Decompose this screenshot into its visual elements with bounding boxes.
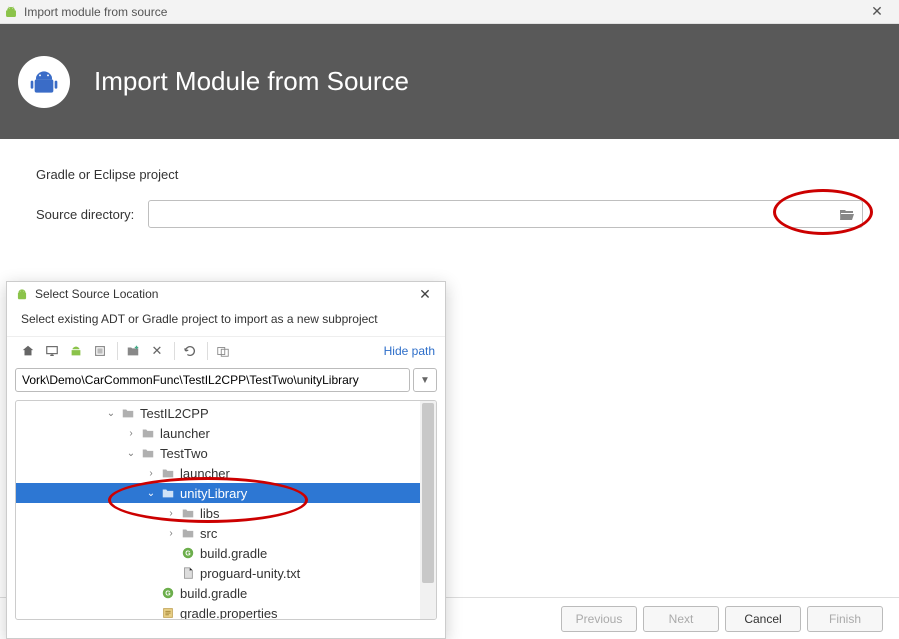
source-input-wrap [148, 200, 863, 228]
tree-item-TestTwo[interactable]: ⌄ TestTwo [16, 443, 436, 463]
source-label: Source directory: [36, 207, 148, 222]
folder-icon [160, 485, 176, 501]
toolbar-separator [207, 342, 208, 360]
android-icon [4, 5, 18, 19]
home-icon[interactable] [17, 340, 39, 362]
close-button[interactable]: ✕ [859, 1, 895, 23]
module-icon[interactable] [89, 340, 111, 362]
tree-item-label: unityLibrary [180, 486, 247, 501]
previous-button[interactable]: Previous [561, 606, 637, 632]
delete-icon[interactable]: ✕ [146, 340, 168, 362]
android-project-icon[interactable] [65, 340, 87, 362]
folder-open-icon [839, 207, 855, 221]
folder-icon [160, 465, 176, 481]
popup-title-bar: Select Source Location ✕ [7, 282, 445, 306]
path-input[interactable] [15, 368, 410, 392]
gradle-icon: G [180, 545, 196, 561]
tree-item-label: build.gradle [180, 586, 247, 601]
tree-item-label: launcher [160, 426, 210, 441]
banner-title: Import Module from Source [94, 66, 409, 97]
chevron-icon[interactable]: ⌄ [124, 448, 138, 459]
path-dropdown-button[interactable]: ▼ [413, 368, 437, 392]
gradle-icon: G [160, 585, 176, 601]
chevron-icon[interactable]: › [144, 468, 158, 479]
svg-text:G: G [185, 551, 191, 558]
scrollbar-thumb[interactable] [422, 403, 434, 583]
file-tree[interactable]: ⌄TestIL2CPP›launcher⌄TestTwo›launcher⌄un… [16, 401, 436, 620]
svg-text:G: G [165, 591, 171, 598]
tree-item-libs[interactable]: › libs [16, 503, 436, 523]
chevron-icon[interactable]: ⌄ [144, 488, 158, 499]
folder-icon [120, 405, 136, 421]
next-button[interactable]: Next [643, 606, 719, 632]
title-bar: Import module from source ✕ [0, 0, 899, 24]
source-row: Source directory: [36, 200, 863, 228]
tree-item-label: launcher [180, 466, 230, 481]
tree-item-proguard-unity-txt[interactable]: proguard-unity.txt [16, 563, 436, 583]
tree-item-TestIL2CPP[interactable]: ⌄ TestIL2CPP [16, 403, 436, 423]
refresh-icon[interactable] [179, 340, 201, 362]
popup-title: Select Source Location [35, 287, 413, 301]
popup-close-button[interactable]: ✕ [413, 284, 437, 304]
chevron-icon[interactable]: ⌄ [104, 408, 118, 419]
subtitle-text: Gradle or Eclipse project [36, 167, 863, 182]
props-icon [160, 605, 176, 620]
header-banner: Import Module from Source [0, 24, 899, 139]
banner-icon [18, 56, 70, 108]
folder-icon [180, 505, 196, 521]
cancel-button[interactable]: Cancel [725, 606, 801, 632]
toolbar-separator [117, 342, 118, 360]
content-area: Gradle or Eclipse project Source directo… [0, 139, 899, 256]
tree-container: ⌄TestIL2CPP›launcher⌄TestTwo›launcher⌄un… [15, 400, 437, 620]
tree-item-label: TestTwo [160, 446, 208, 461]
popup-toolbar: ✕ Hide path [7, 336, 445, 364]
browse-button[interactable] [832, 201, 862, 227]
tree-item-label: build.gradle [200, 546, 267, 561]
file-icon [180, 565, 196, 581]
tree-scrollbar[interactable] [420, 401, 436, 619]
source-input[interactable] [148, 200, 863, 228]
tree-item-label: src [200, 526, 217, 541]
folder-icon [140, 425, 156, 441]
tree-item-build-gradle[interactable]: Gbuild.gradle [16, 583, 436, 603]
tree-item-unityLibrary[interactable]: ⌄ unityLibrary [16, 483, 436, 503]
chevron-icon[interactable]: › [164, 528, 178, 539]
desktop-icon[interactable] [41, 340, 63, 362]
finish-button[interactable]: Finish [807, 606, 883, 632]
path-row: ▼ [7, 364, 445, 396]
new-folder-icon[interactable] [122, 340, 144, 362]
window-title: Import module from source [24, 5, 859, 19]
tree-item-label: TestIL2CPP [140, 406, 209, 421]
select-source-popup: Select Source Location ✕ Select existing… [6, 281, 446, 639]
tree-item-label: libs [200, 506, 220, 521]
popup-subtitle: Select existing ADT or Gradle project to… [7, 306, 445, 336]
tree-item-label: proguard-unity.txt [200, 566, 300, 581]
chevron-icon[interactable]: › [164, 508, 178, 519]
tree-item-build-gradle[interactable]: Gbuild.gradle [16, 543, 436, 563]
tree-item-label: gradle.properties [180, 606, 278, 621]
folder-icon [180, 525, 196, 541]
android-icon [15, 287, 29, 301]
tree-item-src[interactable]: › src [16, 523, 436, 543]
show-hidden-icon[interactable] [212, 340, 234, 362]
chevron-icon[interactable]: › [124, 428, 138, 439]
tree-item-gradle-properties[interactable]: gradle.properties [16, 603, 436, 620]
hide-path-link[interactable]: Hide path [384, 344, 435, 358]
tree-item-launcher[interactable]: › launcher [16, 423, 436, 443]
folder-icon [140, 445, 156, 461]
tree-item-launcher[interactable]: › launcher [16, 463, 436, 483]
toolbar-separator [174, 342, 175, 360]
